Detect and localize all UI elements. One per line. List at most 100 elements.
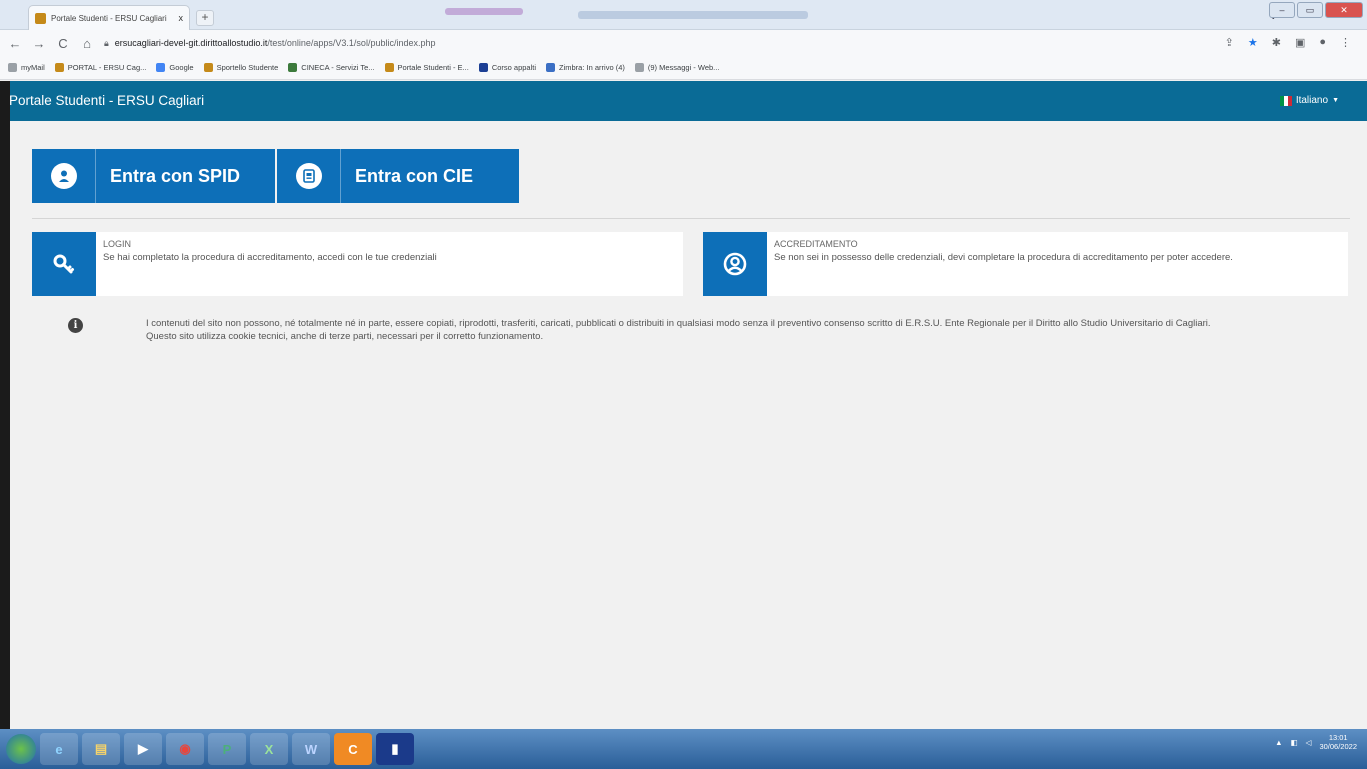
share-icon[interactable]: ⇪: [1225, 36, 1234, 49]
bookmark-item[interactable]: CINECA - Servizi Te...: [288, 63, 375, 72]
bookmark-favicon-icon: [203, 63, 213, 72]
bookmark-favicon-icon: [54, 63, 64, 72]
bookmark-item[interactable]: Google: [156, 63, 194, 72]
app-header: Portale Studenti - ERSU Cagliari Italian…: [0, 81, 1367, 121]
spid-button-label: Entra con SPID: [110, 165, 241, 186]
forward-arrow-icon[interactable]: →: [32, 36, 46, 51]
window-controls: – ▭ ✕: [1269, 2, 1363, 18]
blue-app-icon[interactable]: ▮: [376, 733, 414, 765]
bookmark-label: Portale Studenti - E...: [397, 63, 469, 72]
bookmark-favicon-icon: [546, 63, 556, 72]
bookmark-label: Sportello Studente: [216, 63, 279, 72]
media-player-icon[interactable]: ▶: [124, 733, 162, 765]
bookmark-favicon-icon: [288, 63, 298, 72]
clock[interactable]: 13:01 30/06/2022: [1319, 733, 1357, 751]
bookmark-label: PORTAL - ERSU Cag...: [67, 63, 147, 72]
bookmark-item[interactable]: Zimbra: In arrivo (4): [546, 63, 625, 72]
blurred-window-title: [578, 11, 808, 19]
volume-icon[interactable]: ◁: [1306, 738, 1312, 747]
close-window-button[interactable]: ✕: [1325, 2, 1363, 18]
excel-icon[interactable]: X: [250, 733, 288, 765]
bookmark-item[interactable]: (9) Messaggi - Web...: [634, 63, 720, 72]
windows-taskbar: e ▤ ▶ ◉ P X W C ▮ ▲ ◧ ◁ 13:01 30/06/2022: [0, 729, 1367, 769]
bookmark-favicon-icon: [634, 63, 644, 72]
login-card-text: Se hai completato la procedura di accred…: [103, 252, 437, 263]
window-frame-edge: [0, 81, 10, 729]
minimize-button[interactable]: –: [1269, 2, 1295, 18]
key-icon: [32, 232, 96, 296]
clock-time: 13:01: [1328, 733, 1348, 742]
maximize-button[interactable]: ▭: [1297, 2, 1323, 18]
sidepanel-icon[interactable]: ▣: [1295, 36, 1305, 49]
home-icon[interactable]: ⌂: [80, 36, 94, 51]
language-label: Italiano: [1295, 95, 1329, 106]
app-brand[interactable]: Portale Studenti - ERSU Cagliari: [9, 93, 204, 108]
login-card-title: LOGIN: [103, 239, 132, 249]
bookmark-label: Google: [169, 63, 194, 72]
bookmark-favicon-icon: [156, 63, 166, 72]
notice-cookie-text: Questo sito utilizza cookie tecnici, anc…: [146, 330, 544, 342]
extensions-icon[interactable]: ✱: [1272, 36, 1281, 49]
accreditamento-card-title: ACCREDITAMENTO: [774, 239, 858, 249]
lock-icon[interactable]: 🔒︎: [104, 38, 109, 49]
bookmark-item[interactable]: Portale Studenti - E...: [384, 63, 469, 72]
bookmark-item[interactable]: myMail: [8, 63, 45, 72]
reload-icon[interactable]: C: [56, 36, 70, 51]
accreditamento-card-text: Se non sei in possesso delle credenziali…: [774, 252, 1233, 263]
url-host: ersucagliari-devel-git.dirittoallostudio…: [114, 38, 268, 48]
bookmark-label: Corso appalti: [491, 63, 537, 72]
login-card[interactable]: LOGIN Se hai completato la procedura di …: [32, 232, 683, 296]
word-icon[interactable]: W: [292, 733, 330, 765]
bookmark-item[interactable]: Sportello Studente: [203, 63, 279, 72]
back-arrow-icon[interactable]: ←: [8, 36, 22, 51]
accreditamento-card[interactable]: ACCREDITAMENTO Se non sei in possesso de…: [703, 232, 1348, 296]
bookmark-item[interactable]: PORTAL - ERSU Cag...: [54, 63, 147, 72]
tab-title: Portale Studenti - ERSU Cagliari: [51, 13, 167, 23]
main-content: Entra con SPID Entra con CIE LOGIN Se ha…: [10, 121, 1367, 729]
system-tray: ▲ ◧ ◁ 13:01 30/06/2022: [1275, 733, 1357, 751]
bookmark-favicon-icon: [384, 63, 394, 72]
internet-explorer-icon[interactable]: e: [40, 733, 78, 765]
bookmark-label: (9) Messaggi - Web...: [647, 63, 720, 72]
user-circle-icon: [703, 232, 767, 296]
spid-login-button[interactable]: Entra con SPID: [32, 149, 275, 203]
cie-card-icon: [277, 149, 341, 203]
profile-icon[interactable]: ●: [1319, 36, 1326, 49]
bookmark-label: Zimbra: In arrivo (4): [559, 63, 625, 72]
bookmark-favicon-icon: [8, 63, 17, 72]
blurred-window-title: [445, 8, 523, 15]
menu-icon[interactable]: ⋮: [1340, 36, 1351, 49]
browser-actions: ⇪ ★ ✱ ▣ ● ⋮: [1225, 36, 1351, 49]
start-button-icon[interactable]: [6, 734, 36, 764]
bookmark-favicon-icon: [478, 63, 488, 72]
caret-down-icon: ▼: [1332, 97, 1339, 104]
info-icon: i: [68, 318, 83, 333]
address-bar: ← → C ⌂ 🔒︎ ersucagliari-devel-git.diritt…: [0, 30, 1367, 56]
tab-close-icon[interactable]: x: [179, 13, 184, 23]
ersu-favicon-icon: [35, 12, 46, 24]
file-explorer-icon[interactable]: ▤: [82, 733, 120, 765]
url-path: /test/online/apps/V3.1/sol/public/index.…: [267, 38, 436, 48]
network-icon[interactable]: ◧: [1291, 738, 1298, 747]
bookmark-label: myMail: [21, 63, 45, 72]
url-field[interactable]: 🔒︎ ersucagliari-devel-git.dirittoallostu…: [104, 38, 436, 49]
tray-arrow-icon[interactable]: ▲: [1275, 738, 1282, 747]
bookmark-item[interactable]: Corso appalti: [478, 63, 537, 72]
chrome-icon[interactable]: ◉: [166, 733, 204, 765]
new-tab-button[interactable]: +: [196, 10, 214, 26]
divider: [32, 218, 1350, 219]
clock-date: 30/06/2022: [1319, 742, 1357, 751]
notice-copyright-text: I contenuti del sito non possono, né tot…: [146, 318, 1211, 329]
bookmarks-bar: myMail PORTAL - ERSU Cag... Google Sportell…: [0, 56, 1367, 80]
bookmark-label: CINECA - Servizi Te...: [301, 63, 375, 72]
browser-tab[interactable]: Portale Studenti - ERSU Cagliari x: [28, 5, 190, 30]
cie-button-label: Entra con CIE: [355, 165, 474, 186]
publisher-icon[interactable]: P: [208, 733, 246, 765]
spid-user-icon: [32, 149, 96, 203]
italian-flag-icon: [1279, 95, 1292, 106]
orange-app-icon[interactable]: C: [334, 733, 372, 765]
language-selector[interactable]: Italiano ▼: [1279, 95, 1339, 106]
cie-login-button[interactable]: Entra con CIE: [277, 149, 519, 203]
browser-tab-strip: Portale Studenti - ERSU Cagliari x + ⌄ –…: [0, 0, 1367, 30]
bookmark-star-icon[interactable]: ★: [1248, 36, 1258, 49]
